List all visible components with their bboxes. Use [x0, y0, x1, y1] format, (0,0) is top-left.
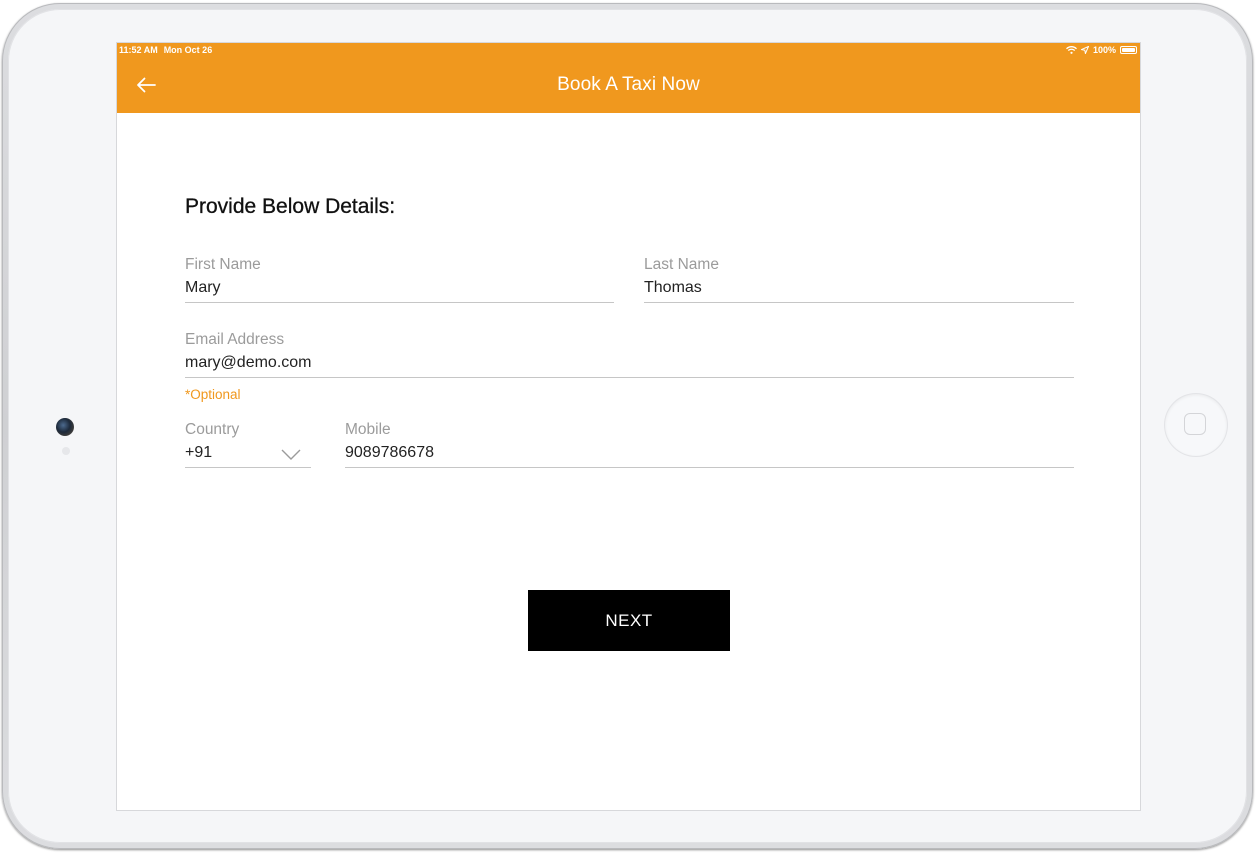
battery-icon: [1120, 46, 1137, 54]
country-code-select[interactable]: [185, 443, 255, 463]
status-date: Mon Oct 26: [163, 45, 213, 55]
app-screen: 11:52 AM Mon Oct 26 100% Book A Taxi Now …: [117, 43, 1140, 810]
first-name-label: First Name: [185, 256, 261, 273]
battery-percent: 100%: [1092, 45, 1116, 55]
last-name-label: Last Name: [644, 256, 719, 273]
chevron-down-icon[interactable]: [281, 449, 301, 461]
mobile-field[interactable]: Mobile: [345, 421, 1074, 468]
light-sensor: [62, 447, 70, 455]
page-title: Book A Taxi Now: [557, 74, 700, 95]
home-square-icon: [1184, 413, 1206, 435]
country-field[interactable]: Country: [185, 421, 311, 468]
last-name-input[interactable]: [644, 278, 1074, 298]
location-icon: [1080, 46, 1089, 54]
status-bar: 11:52 AM Mon Oct 26 100%: [117, 43, 1140, 57]
email-field[interactable]: Email Address: [185, 331, 1074, 378]
last-name-field[interactable]: Last Name: [644, 256, 1074, 303]
optional-note: *Optional: [185, 387, 241, 402]
email-label: Email Address: [185, 331, 285, 348]
front-camera: [56, 418, 74, 436]
status-time: 11:52 AM: [119, 45, 158, 55]
top-nav-bar: Book A Taxi Now: [117, 57, 1140, 113]
mobile-label: Mobile: [345, 421, 391, 438]
home-button[interactable]: [1165, 394, 1227, 456]
wifi-icon: [1066, 46, 1077, 54]
email-input[interactable]: [185, 353, 1074, 373]
first-name-field[interactable]: First Name: [185, 256, 614, 303]
country-label: Country: [185, 421, 240, 438]
first-name-input[interactable]: [185, 278, 614, 298]
mobile-input[interactable]: [345, 443, 1074, 463]
form-heading: Provide Below Details:: [185, 195, 396, 218]
next-button[interactable]: NEXT: [528, 590, 730, 651]
